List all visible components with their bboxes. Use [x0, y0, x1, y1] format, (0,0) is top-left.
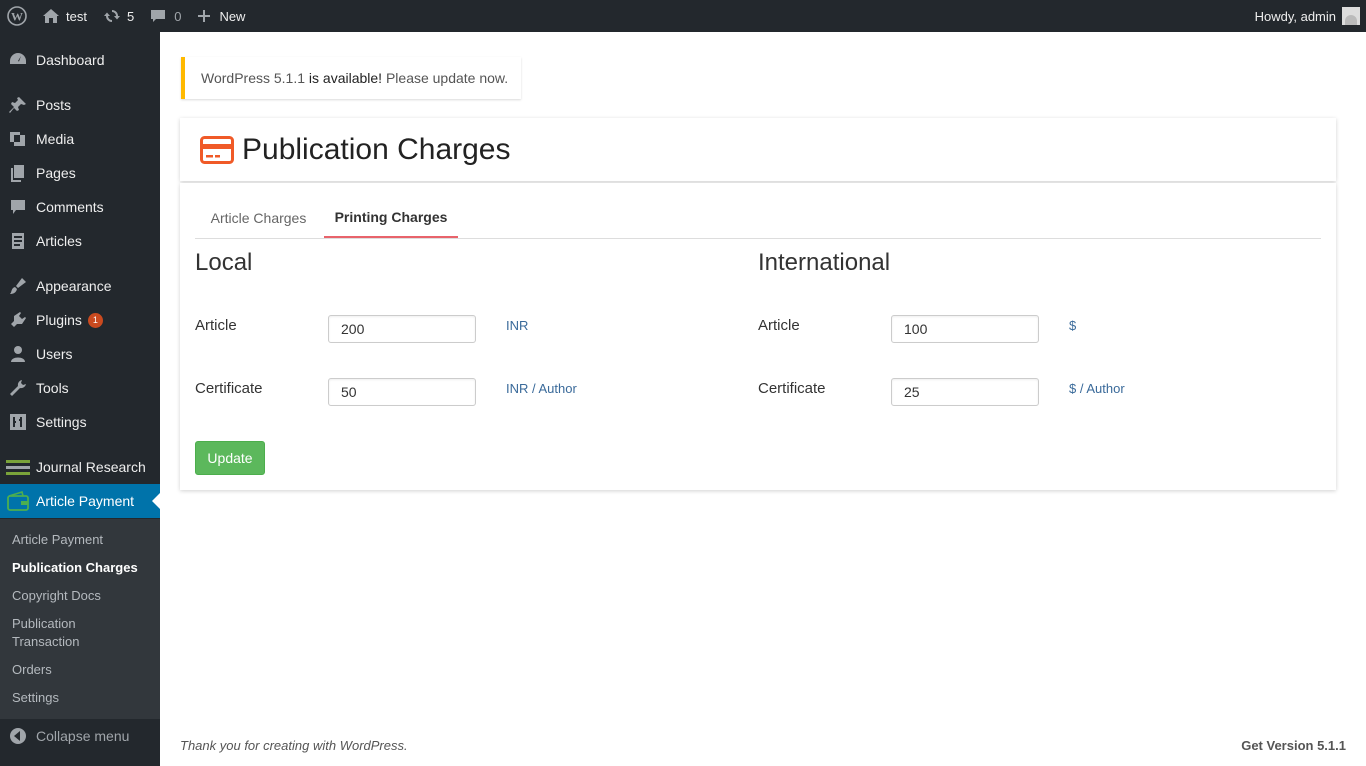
local-section-title: Local: [195, 249, 253, 276]
collapse-icon: [10, 728, 26, 744]
sidebar-item-label: Media: [36, 131, 75, 147]
article-payment-submenu: Article Payment Publication Charges Copy…: [0, 519, 160, 719]
wordpress-version-link[interactable]: WordPress 5.1.1: [201, 70, 305, 86]
page-title: Publication Charges: [242, 132, 511, 166]
user-icon: [11, 346, 25, 362]
update-notice: WordPress 5.1.1 is available! Please upd…: [181, 57, 521, 99]
admin-sidebar: Dashboard Posts Media Pages Comments Art…: [0, 32, 160, 766]
sidebar-item-pages[interactable]: Pages: [0, 156, 160, 190]
update-button[interactable]: Update: [195, 441, 265, 475]
sidebar-item-dashboard[interactable]: Dashboard: [0, 43, 160, 77]
footer-version[interactable]: Get Version 5.1.1: [1241, 738, 1346, 753]
local-certificate-unit: INR / Author: [506, 381, 577, 396]
submenu-publication-charges[interactable]: Publication Charges: [12, 559, 152, 577]
local-certificate-label: Certificate: [195, 380, 263, 397]
local-article-input[interactable]: [328, 315, 476, 343]
comment-icon: [151, 10, 166, 22]
sidebar-item-label: Dashboard: [36, 52, 105, 68]
sidebar-item-media[interactable]: Media: [0, 122, 160, 156]
submenu-article-payment[interactable]: Article Payment: [12, 531, 152, 549]
lines-icon: [6, 460, 30, 475]
comments-count: 0: [174, 8, 182, 24]
sidebar-item-comments[interactable]: Comments: [0, 190, 160, 224]
updates-link[interactable]: 5: [95, 0, 142, 32]
international-section-title: International: [758, 249, 891, 276]
sidebar-item-settings[interactable]: Settings: [0, 405, 160, 439]
tab-printing-charges[interactable]: Printing Charges: [324, 197, 458, 239]
plug-icon: [11, 312, 26, 327]
home-icon: [43, 9, 59, 23]
sidebar-item-label: Users: [36, 346, 73, 362]
sidebar-item-label: Articles: [36, 233, 82, 249]
updates-count: 5: [126, 8, 135, 24]
current-menu-arrow: [152, 493, 160, 509]
sidebar-item-label: Settings: [36, 414, 87, 430]
sidebar-item-label: Tools: [36, 380, 69, 396]
sliders-icon: [10, 414, 26, 430]
credit-card-icon: [200, 135, 234, 164]
charges-form-card: Article Charges Printing Charges Local A…: [180, 183, 1336, 490]
svg-text:W: W: [11, 10, 23, 24]
plugins-update-badge: 1: [87, 312, 103, 328]
collapse-menu-button[interactable]: Collapse menu: [0, 719, 160, 753]
comments-link[interactable]: 0: [142, 0, 189, 32]
international-certificate-unit: $ / Author: [1069, 381, 1125, 396]
plus-icon: [198, 10, 211, 22]
international-article-input[interactable]: [891, 315, 1039, 343]
sidebar-item-label: Appearance: [36, 278, 112, 294]
notice-text: is available!: [305, 70, 386, 86]
international-article-label: Article: [758, 317, 800, 334]
sidebar-item-plugins[interactable]: Plugins 1: [0, 303, 160, 337]
page-header-card: Publication Charges: [180, 118, 1336, 181]
sidebar-item-label: Article Payment: [36, 493, 135, 509]
sidebar-item-label: Journal Research: [36, 459, 146, 475]
local-article-label: Article: [195, 317, 237, 334]
comment-icon: [11, 200, 25, 214]
update-now-link[interactable]: Please update now.: [386, 70, 508, 86]
media-icon: [10, 132, 25, 146]
sidebar-item-tools[interactable]: Tools: [0, 371, 160, 405]
sidebar-item-journal-research[interactable]: Journal Research: [0, 450, 160, 484]
sidebar-item-articles[interactable]: Articles: [0, 224, 160, 258]
local-article-unit: INR: [506, 318, 529, 333]
avatar: [1342, 7, 1360, 25]
new-label: New: [219, 8, 246, 24]
sidebar-item-label: Posts: [36, 97, 72, 113]
wrench-icon: [10, 380, 26, 396]
document-icon: [12, 233, 24, 249]
howdy-text: Howdy, admin: [1254, 8, 1336, 24]
submenu-copyright-docs[interactable]: Copyright Docs: [12, 587, 152, 605]
sidebar-item-label: Collapse menu: [36, 728, 130, 744]
international-certificate-input[interactable]: [891, 378, 1039, 406]
site-name-link[interactable]: test: [34, 0, 95, 32]
brush-icon: [10, 278, 26, 294]
sidebar-item-label: Plugins: [36, 312, 82, 328]
submenu-publication-transaction[interactable]: Publication Transaction: [12, 615, 112, 651]
international-article-unit: $: [1069, 318, 1077, 333]
sidebar-item-label: Pages: [36, 165, 76, 181]
tab-article-charges[interactable]: Article Charges: [196, 197, 321, 239]
submenu-orders[interactable]: Orders: [12, 661, 152, 679]
sidebar-item-article-payment[interactable]: Article Payment: [0, 484, 160, 518]
footer-thankyou: Thank you for creating with WordPress.: [180, 738, 408, 753]
sidebar-item-label: Comments: [36, 199, 104, 215]
submenu-settings[interactable]: Settings: [12, 689, 152, 707]
pin-icon: [9, 97, 26, 113]
new-content-link[interactable]: New: [189, 0, 253, 32]
admin-bar: W test 5 0 New Howdy, admin: [0, 0, 1366, 32]
sidebar-item-posts[interactable]: Posts: [0, 88, 160, 122]
refresh-icon: [103, 10, 120, 22]
site-name: test: [66, 8, 87, 24]
wallet-icon: [7, 490, 29, 511]
dashboard-icon: [10, 53, 26, 64]
local-certificate-input[interactable]: [328, 378, 476, 406]
pages-icon: [11, 165, 24, 182]
my-account-link[interactable]: Howdy, admin: [1247, 0, 1366, 32]
international-certificate-label: Certificate: [758, 380, 826, 397]
sidebar-item-appearance[interactable]: Appearance: [0, 269, 160, 303]
tabs-divider: [195, 238, 1321, 239]
wordpress-logo-icon[interactable]: W: [0, 0, 34, 32]
sidebar-item-users[interactable]: Users: [0, 337, 160, 371]
